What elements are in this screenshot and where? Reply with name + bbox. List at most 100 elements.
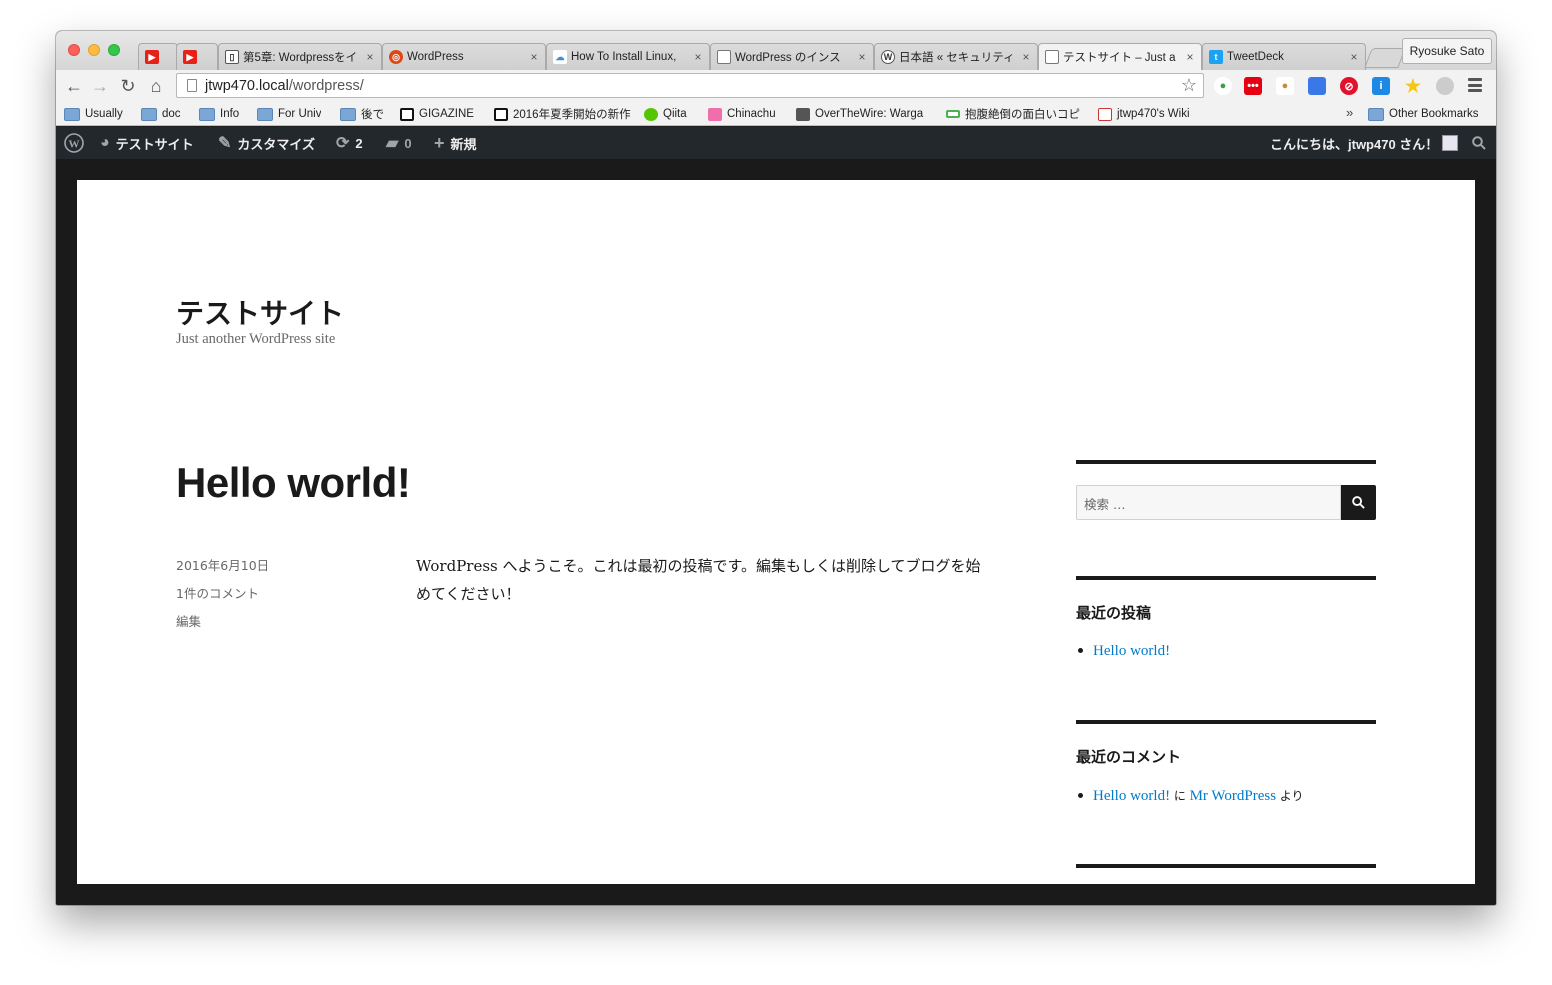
recent-posts-list: Hello world! xyxy=(1076,643,1170,660)
bookmark-label: jtwp470's Wiki xyxy=(1117,108,1190,120)
bookmark-other[interactable]: Other Bookmarks xyxy=(1368,105,1478,123)
wp-logo-menu[interactable]: W xyxy=(64,127,84,159)
hamburger-menu-icon[interactable] xyxy=(1468,78,1482,92)
zoom-window-button[interactable] xyxy=(108,44,120,56)
bookmark-label: 2016年夏季開始の新作 xyxy=(513,109,631,121)
back-arrow-icon[interactable]: ← xyxy=(64,76,84,96)
bookmark-anime-2016[interactable]: 2016年夏季開始の新作 xyxy=(494,105,632,123)
bookmark-info[interactable]: Info xyxy=(199,105,239,123)
bookmark-qiita[interactable]: Qiita xyxy=(644,105,687,123)
post-comments-link[interactable]: 1件のコメント xyxy=(176,583,259,602)
bookmark-chinachu[interactable]: Chinachu xyxy=(708,105,776,123)
bookmark-wiki[interactable]: jtwp470's Wiki xyxy=(1098,105,1190,123)
tab-chapter5[interactable]: ▯ 第5章: Wordpressをイ × xyxy=(218,43,382,70)
new-tab-button[interactable] xyxy=(1364,48,1406,68)
folder-icon xyxy=(141,107,157,121)
tab-install-linux[interactable]: ☁ How To Install Linux, × xyxy=(546,43,710,70)
site-title[interactable]: テストサイト xyxy=(176,292,344,332)
globe-extension-icon[interactable]: ● xyxy=(1214,77,1232,95)
reload-icon[interactable]: ↻ xyxy=(118,76,138,96)
updates-count: 2 xyxy=(355,135,363,151)
admin-search[interactable] xyxy=(1472,127,1486,159)
home-icon[interactable]: ⌂ xyxy=(146,76,166,96)
wordpress-logo-icon: W xyxy=(64,133,84,153)
tab-close-icon[interactable]: × xyxy=(691,50,705,64)
search-icon xyxy=(1472,136,1486,150)
bookmarks-overflow-chevron[interactable]: » xyxy=(1346,105,1353,120)
tab-label: WordPress のインス xyxy=(735,52,841,64)
battery-icon xyxy=(946,110,960,118)
no-entry-extension-icon[interactable]: ⊘ xyxy=(1340,77,1358,95)
page-icon xyxy=(187,79,197,92)
tab-youtube-2[interactable]: ▶ xyxy=(176,43,218,70)
tab-close-icon[interactable]: × xyxy=(1347,50,1361,64)
qiita-icon xyxy=(644,107,658,121)
bookmark-label: Other Bookmarks xyxy=(1389,108,1479,120)
forward-arrow-icon[interactable]: → xyxy=(90,76,110,96)
widget-divider xyxy=(1076,720,1376,724)
list-bullet xyxy=(1078,647,1083,653)
admin-new[interactable]: + 新規 xyxy=(434,127,477,159)
post-date-link[interactable]: 2016年6月10日 xyxy=(176,555,269,574)
dots-extension-icon[interactable]: ••• xyxy=(1244,77,1262,95)
post-title[interactable]: Hello world! xyxy=(176,459,411,507)
bookmark-later[interactable]: 後で xyxy=(340,105,384,123)
page-body: テストサイト Just another WordPress site Hello… xyxy=(77,180,1475,884)
folder-icon xyxy=(1368,107,1384,121)
browser-window: ▶ ▶ ▯ 第5章: Wordpressをイ × ◎ WordPress × ☁… xyxy=(56,31,1496,905)
tab-close-icon[interactable]: × xyxy=(527,50,541,64)
search-input[interactable]: 検索 … xyxy=(1076,485,1341,520)
tab-close-icon[interactable]: × xyxy=(1183,50,1197,64)
url-host: jtwp470.local xyxy=(205,77,289,94)
bookmark-for-univ[interactable]: For Univ xyxy=(257,105,321,123)
post-edit-link[interactable]: 編集 xyxy=(176,611,201,630)
search-button[interactable] xyxy=(1341,485,1376,520)
cookie-icon[interactable]: ● xyxy=(1276,77,1294,95)
bookmark-copy[interactable]: 抱腹絶倒の面白いコピ xyxy=(946,105,1084,123)
tab-strip: ▶ ▶ ▯ 第5章: Wordpressをイ × ◎ WordPress × ☁… xyxy=(56,31,1496,70)
address-bar[interactable]: jtwp470.local/wordpress/ ☆ xyxy=(176,73,1204,98)
admin-my-account[interactable]: こんにちは、jtwp470 さん！ xyxy=(1270,127,1459,159)
recent-comment-author-link[interactable]: Mr WordPress xyxy=(1190,788,1276,804)
tab-youtube-1[interactable]: ▶ xyxy=(138,43,178,70)
chinachu-icon xyxy=(708,107,722,121)
tab-close-icon[interactable]: × xyxy=(855,50,869,64)
bookmark-label: OverTheWire: Warga xyxy=(815,108,924,120)
tab-wordpress[interactable]: ◎ WordPress × xyxy=(382,43,546,70)
admin-customize[interactable]: ✎ カスタマイズ xyxy=(218,127,315,159)
tab-close-icon[interactable]: × xyxy=(1019,50,1033,64)
admin-updates[interactable]: ⟳ 2 xyxy=(336,127,363,159)
bookmark-label: Chinachu xyxy=(727,108,776,120)
profile-button[interactable]: Ryosuke Sato xyxy=(1402,38,1492,64)
globe-icon[interactable] xyxy=(1436,77,1454,95)
tab-test-site[interactable]: テストサイト – Just a × xyxy=(1038,43,1202,70)
plus-icon: + xyxy=(434,132,445,153)
bookmark-overthewire[interactable]: OverTheWire: Warga xyxy=(796,105,932,123)
minimize-window-button[interactable] xyxy=(88,44,100,56)
bookmarks-bar: Usually doc Info For Univ 後で GIGAZINE 20… xyxy=(56,102,1496,126)
bookmark-doc[interactable]: doc xyxy=(141,105,181,123)
bookmark-star-icon[interactable]: ☆ xyxy=(1181,75,1197,96)
url-path: /wordpress/ xyxy=(288,77,364,94)
bookmark-gigazine[interactable]: GIGAZINE xyxy=(400,105,474,123)
widget-divider xyxy=(1076,460,1376,464)
bookmark-label: Info xyxy=(220,108,240,120)
star-extension-icon[interactable]: ★ xyxy=(1404,76,1422,96)
info-extension-icon[interactable]: i xyxy=(1372,77,1390,95)
admin-site-name[interactable]: ◕ テストサイト xyxy=(100,127,194,159)
avatar xyxy=(1442,135,1459,151)
bookmark-usually[interactable]: Usually xyxy=(64,105,123,123)
tab-label: 第5章: Wordpressをイ xyxy=(243,52,358,64)
recent-post-link[interactable]: Hello world! xyxy=(1093,643,1170,659)
widget-divider xyxy=(1076,576,1376,580)
recent-comment-on: に xyxy=(1173,789,1186,803)
tab-tweetdeck[interactable]: t TweetDeck × xyxy=(1202,43,1366,70)
recent-comment-post-link[interactable]: Hello world! xyxy=(1093,788,1170,804)
tab-close-icon[interactable]: × xyxy=(363,50,377,64)
window-extension-icon[interactable] xyxy=(1308,77,1326,95)
close-window-button[interactable] xyxy=(68,44,80,56)
dashboard-icon: ◕ xyxy=(100,134,110,151)
admin-comments[interactable]: ▰ 0 xyxy=(386,127,412,159)
tab-security[interactable]: W 日本語 « セキュリティ × xyxy=(874,43,1038,70)
tab-wordpress-install[interactable]: WordPress のインス × xyxy=(710,43,874,70)
